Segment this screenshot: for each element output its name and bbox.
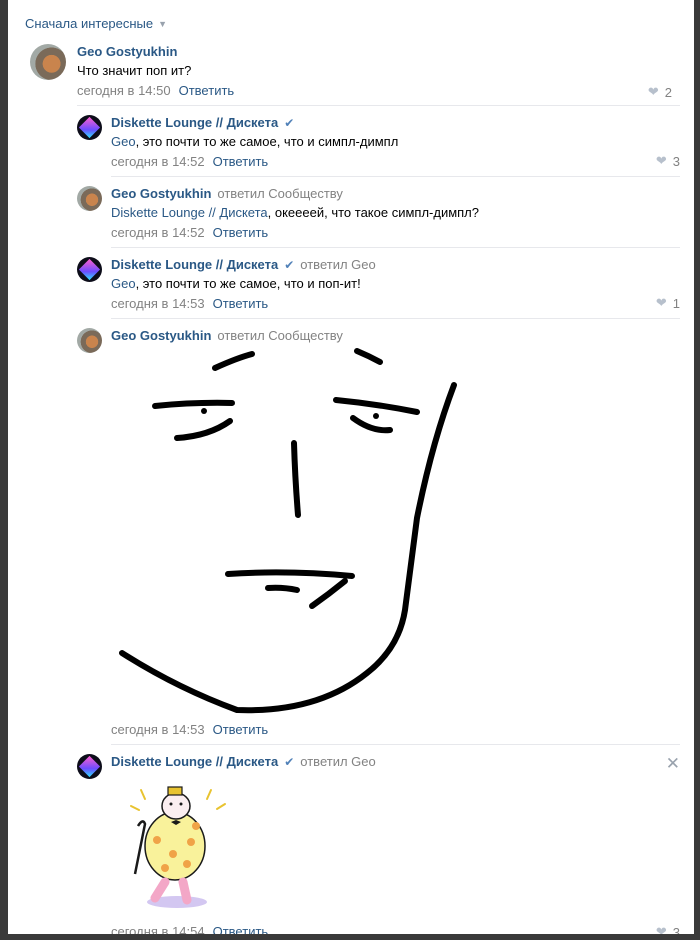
heart-icon: ❤ <box>655 295 667 310</box>
comment-author: Diskette Lounge // Дискета ✔ <box>111 115 398 130</box>
divider <box>111 744 680 745</box>
verified-check-icon: ✔ <box>284 115 295 130</box>
avatar[interactable] <box>77 257 102 282</box>
avatar[interactable] <box>77 115 102 140</box>
comment-body: Diskette Lounge // Дискета ✔ ответил Geo <box>111 754 376 769</box>
like-count: 3 <box>672 153 680 169</box>
comment-time[interactable]: сегодня в 14:53 <box>111 296 205 311</box>
comment-text-body: , океееей, что такое симпл-димпл? <box>267 205 479 220</box>
avatar[interactable] <box>77 328 102 353</box>
comment: Geo Gostyukhin ответил Сообществу Disket… <box>77 186 680 246</box>
author-name[interactable]: Diskette Lounge // Дискета <box>111 257 278 272</box>
comment-time[interactable]: сегодня в 14:53 <box>111 722 205 737</box>
like-button[interactable]: ❤ 2 <box>648 84 672 100</box>
heart-icon: ❤ <box>655 924 667 934</box>
drawing-dot <box>373 413 379 419</box>
reply-button[interactable]: Ответить <box>213 722 269 737</box>
like-count: 3 <box>672 924 680 935</box>
comment-meta: сегодня в 14:50 Ответить <box>77 83 234 98</box>
chevron-down-icon: ▼ <box>158 19 168 29</box>
mention-link[interactable]: Diskette Lounge // Дискета <box>111 205 268 220</box>
comment-meta: сегодня в 14:52 Ответить <box>111 154 398 169</box>
comment-text: Geo, это почти то же самое, что и поп-ит… <box>111 276 376 291</box>
comment-time[interactable]: сегодня в 14:50 <box>77 83 171 98</box>
replied-to-label[interactable]: ответил Сообществу <box>217 328 343 343</box>
drawing-dot <box>201 408 207 414</box>
divider <box>111 176 680 177</box>
verified-check-icon: ✔ <box>284 754 295 769</box>
comment-author[interactable]: Geo Gostyukhin <box>77 44 234 59</box>
replied-to-label[interactable]: ответил Geo <box>300 257 375 272</box>
comment-meta: сегодня в 14:53 Ответить <box>111 722 268 737</box>
sort-dropdown[interactable]: Сначала интересные ▼ <box>25 16 167 31</box>
comment: Diskette Lounge // Дискета ✔ Geo, это по… <box>77 115 680 175</box>
comment: Geo Gostyukhin Что значит поп ит? сегодн… <box>30 44 680 106</box>
avatar[interactable] <box>77 186 102 211</box>
mention-link[interactable]: Geo <box>111 134 136 149</box>
reply-button[interactable]: Ответить <box>213 154 269 169</box>
author-name[interactable]: Diskette Lounge // Дискета <box>111 754 278 769</box>
author-name[interactable]: Geo Gostyukhin <box>77 44 177 59</box>
comment-text: Что значит поп ит? <box>77 63 192 78</box>
verified-check-icon: ✔ <box>284 257 295 272</box>
like-button[interactable]: ❤ 3 <box>656 924 680 934</box>
comment-body: Diskette Lounge // Дискета ✔ Geo, это по… <box>111 115 398 169</box>
heart-icon: ❤ <box>647 84 659 99</box>
avatar[interactable] <box>77 754 102 779</box>
divider <box>77 105 680 106</box>
heart-icon: ❤ <box>655 153 667 168</box>
replied-to-label[interactable]: ответил Geo <box>300 754 375 769</box>
avatar[interactable] <box>30 44 66 80</box>
comment-author: Diskette Lounge // Дискета ✔ ответил Geo <box>111 257 376 272</box>
comment-body: Geo Gostyukhin ответил Сообществу Disket… <box>111 186 479 240</box>
comment: Geo Gostyukhin ответил Сообществу сегодн… <box>77 328 680 738</box>
graffiti-drawing[interactable] <box>117 348 477 720</box>
like-count: 2 <box>664 84 672 100</box>
comment-time[interactable]: сегодня в 14:52 <box>111 225 205 240</box>
reply-button[interactable]: Ответить <box>213 296 269 311</box>
like-button[interactable]: ❤ 1 <box>656 295 680 311</box>
sticker-image[interactable] <box>121 782 233 910</box>
comment: Diskette Lounge // Дискета ✔ ответил Geo… <box>77 257 680 317</box>
comment-author: Diskette Lounge // Дискета ✔ ответил Geo <box>111 754 376 769</box>
comment-time[interactable]: сегодня в 14:54 <box>111 924 205 934</box>
comment-author: Geo Gostyukhin ответил Сообществу <box>111 186 479 201</box>
comment-text-body: , это почти то же самое, что и симпл-дим… <box>135 134 399 149</box>
like-button[interactable]: ❤ 3 <box>656 153 680 169</box>
comment-meta: сегодня в 14:54 Ответить <box>111 924 268 934</box>
comment-body: Geo Gostyukhin Что значит поп ит? сегодн… <box>77 44 234 98</box>
author-name[interactable]: Diskette Lounge // Дискета <box>111 115 278 130</box>
comment-body: Geo Gostyukhin ответил Сообществу <box>111 328 343 343</box>
reply-button[interactable]: Ответить <box>213 225 269 240</box>
comment-body: Diskette Lounge // Дискета ✔ ответил Geo… <box>111 257 376 311</box>
comment-meta: сегодня в 14:52 Ответить <box>111 225 479 240</box>
comment-text-body: , это почти то же самое, что и поп-ит! <box>135 276 361 291</box>
mention-link[interactable]: Geo <box>111 276 136 291</box>
comment-text: Geo, это почти то же самое, что и симпл-… <box>111 134 398 149</box>
comments-panel: Сначала интересные ▼ Geo Gostyukhin Что … <box>8 0 694 934</box>
divider <box>111 247 680 248</box>
divider <box>111 318 680 319</box>
comment: Diskette Lounge // Дискета ✔ ответил Geo… <box>77 754 680 934</box>
reply-button[interactable]: Ответить <box>179 83 235 98</box>
author-name[interactable]: Geo Gostyukhin <box>111 328 211 343</box>
comment-author: Geo Gostyukhin ответил Сообществу <box>111 328 343 343</box>
author-name[interactable]: Geo Gostyukhin <box>111 186 211 201</box>
reply-button[interactable]: Ответить <box>213 924 269 934</box>
like-count: 1 <box>672 295 680 311</box>
replied-to-label[interactable]: ответил Сообществу <box>217 186 343 201</box>
close-icon[interactable]: ✕ <box>666 754 680 774</box>
comment-meta: сегодня в 14:53 Ответить <box>111 296 376 311</box>
comment-text: Diskette Lounge // Дискета, океееей, что… <box>111 205 479 220</box>
comment-time[interactable]: сегодня в 14:52 <box>111 154 205 169</box>
sort-label: Сначала интересные <box>25 16 154 31</box>
